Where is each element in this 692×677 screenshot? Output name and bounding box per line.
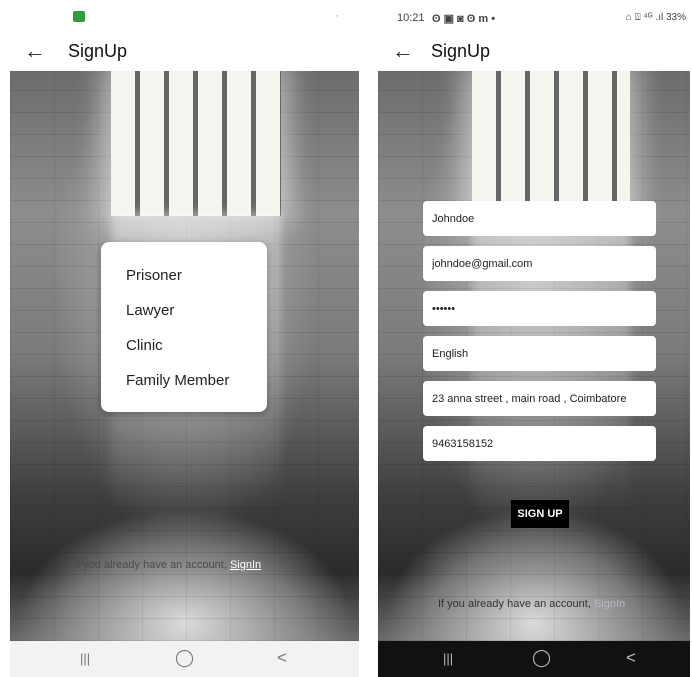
page-title: SignUp: [431, 41, 491, 61]
barred-window: [472, 71, 630, 216]
address-field-container: [423, 381, 656, 416]
email-field[interactable]: [423, 246, 656, 281]
left-phone-screen: · ← SignUp Prisoner Lawyer Clinic Family…: [10, 0, 359, 677]
recents-icon[interactable]: |||: [80, 651, 90, 666]
signin-prompt: If you already have an account, SignIn: [438, 598, 625, 610]
signin-link[interactable]: SignIn: [594, 598, 625, 610]
home-icon[interactable]: ◯: [175, 648, 194, 668]
status-right-text: ⌂ ⍍ ⁴ᴳ .ıl 33%: [625, 12, 686, 23]
signin-prompt: If you already have an account, SignIn: [74, 559, 261, 571]
prison-background: Prisoner Lawyer Clinic Family Member If …: [10, 71, 359, 641]
phone-field[interactable]: [423, 426, 656, 461]
email-field-container: [423, 246, 656, 281]
barred-window: [111, 71, 281, 216]
status-right-text: ·: [335, 10, 339, 22]
menu-item-prisoner[interactable]: Prisoner: [126, 267, 182, 284]
menu-item-family-member[interactable]: Family Member: [126, 372, 229, 389]
nav-back-icon[interactable]: <: [277, 648, 287, 668]
menu-item-clinic[interactable]: Clinic: [126, 337, 163, 354]
address-field[interactable]: [423, 381, 656, 416]
signin-link[interactable]: SignIn: [230, 559, 261, 571]
back-arrow-icon[interactable]: ←: [392, 38, 414, 64]
signin-prompt-text: If you already have an account,: [438, 598, 591, 610]
app-bar: ← SignUp: [378, 34, 690, 70]
prison-background: SIGN UP If you already have an account, …: [378, 71, 690, 641]
nav-back-icon[interactable]: <: [626, 648, 636, 668]
password-field-container: [423, 291, 656, 326]
signin-prompt-text: If you already have an account,: [74, 559, 227, 571]
back-arrow-icon[interactable]: ←: [24, 38, 46, 64]
home-icon[interactable]: ◯: [532, 648, 551, 668]
status-bar: 10:21 ʘ ▣ ◙ ʘ m • ⌂ ⍍ ⁴ᴳ .ıl 33%: [378, 0, 690, 34]
phone-field-container: [423, 426, 656, 461]
nav-bar: ||| ◯ <: [10, 641, 359, 677]
right-phone-screen: 10:21 ʘ ▣ ◙ ʘ m • ⌂ ⍍ ⁴ᴳ .ıl 33% ← SignU…: [378, 0, 690, 677]
status-bar: ·: [10, 0, 359, 34]
name-field[interactable]: [423, 201, 656, 236]
menu-item-lawyer[interactable]: Lawyer: [126, 302, 174, 319]
app-notification-icon: [73, 11, 85, 22]
page-title: SignUp: [68, 41, 128, 61]
nav-bar: ||| ◯ <: [378, 641, 690, 677]
signup-button[interactable]: SIGN UP: [511, 500, 569, 528]
recents-icon[interactable]: |||: [443, 651, 453, 666]
role-menu: Prisoner Lawyer Clinic Family Member: [101, 242, 267, 412]
app-bar: ← SignUp: [10, 34, 359, 70]
name-field-container: [423, 201, 656, 236]
password-field[interactable]: [423, 291, 656, 326]
status-time: 10:21: [397, 12, 425, 24]
language-field-container: [423, 336, 656, 371]
status-app-icons: ʘ ▣ ◙ ʘ m •: [432, 13, 496, 25]
language-field[interactable]: [423, 336, 656, 371]
